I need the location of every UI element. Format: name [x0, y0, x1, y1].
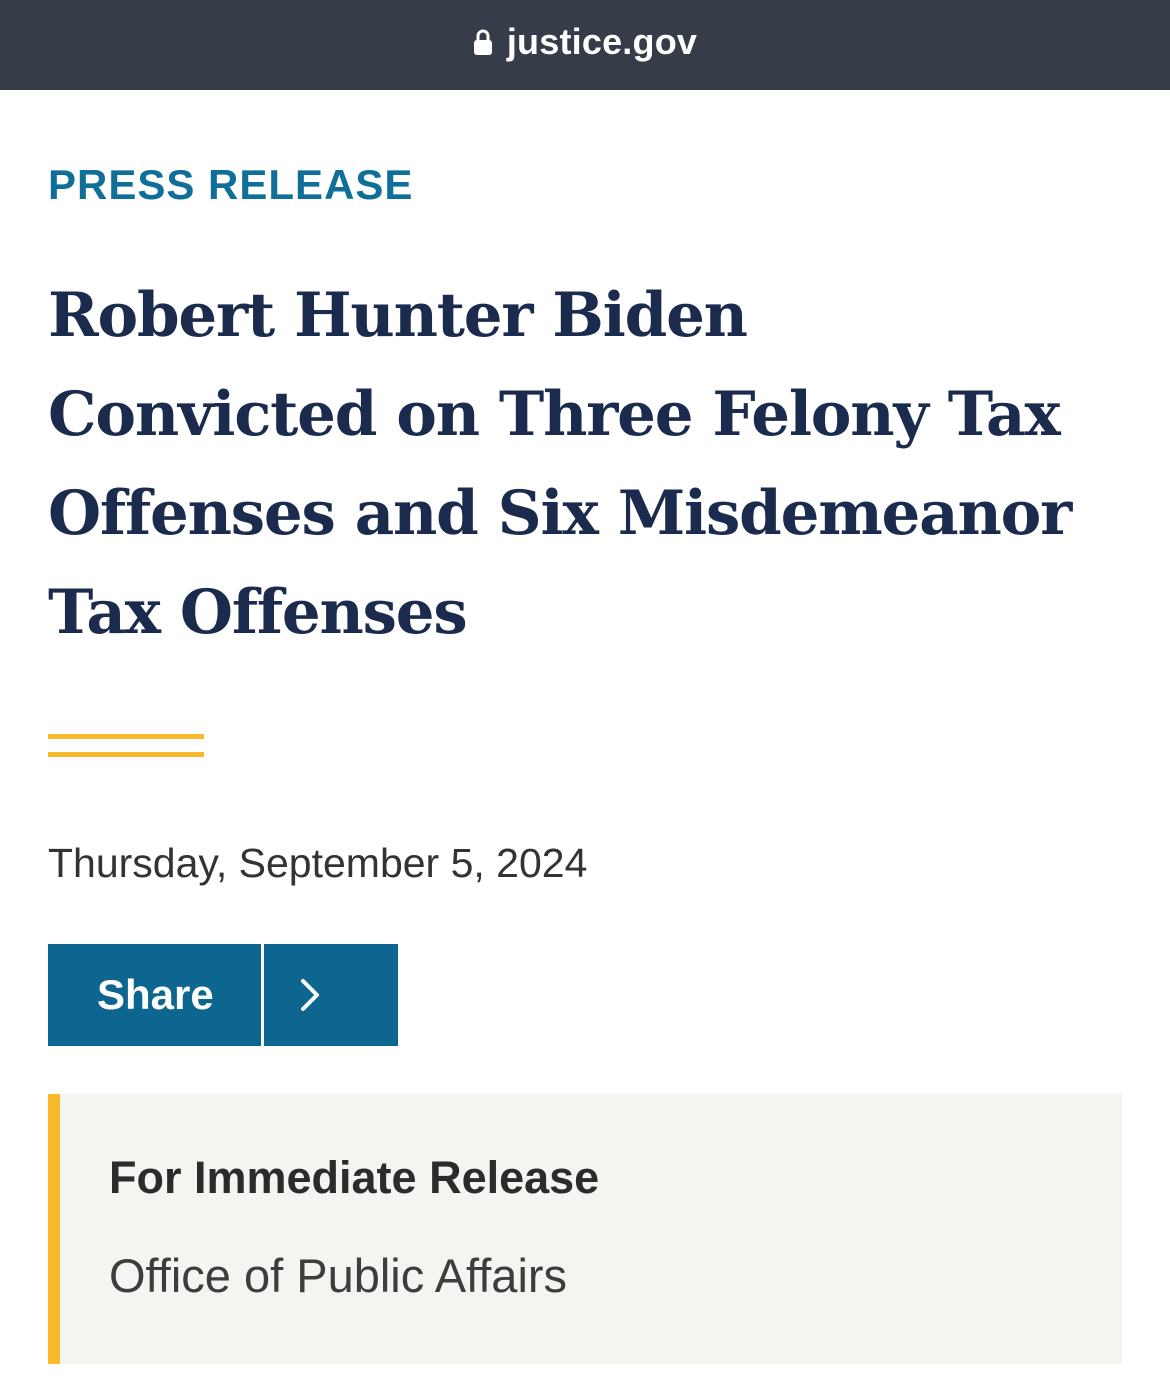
release-heading: For Immediate Release	[109, 1152, 600, 1203]
release-accent-bar	[48, 1094, 60, 1364]
release-office: Office of Public Affairs	[109, 1249, 568, 1302]
release-info-box: For Immediate Release Office of Public A…	[48, 1094, 1122, 1364]
page-title: Robert Hunter Biden Convicted on Three F…	[48, 266, 1148, 662]
press-release-label: PRESS RELEASE	[48, 161, 414, 208]
title-line: Offenses and Six Misdemeanor	[48, 478, 1072, 549]
divider-line-bottom	[48, 752, 204, 757]
chevron-right-icon	[301, 979, 319, 1011]
divider-line-top	[48, 734, 204, 739]
browser-url-bar[interactable]: justice.gov	[0, 0, 1170, 90]
share-label: Share	[97, 971, 214, 1018]
share-button[interactable]: Share	[48, 944, 261, 1046]
gold-divider	[48, 734, 204, 758]
title-line: Convicted on Three Felony Tax	[48, 379, 1061, 450]
share-control: Share	[48, 944, 398, 1046]
lock-icon	[473, 29, 492, 55]
title-line: Tax Offenses	[48, 577, 468, 648]
title-line: Robert Hunter Biden	[48, 280, 748, 351]
publish-date: Thursday, September 5, 2024	[48, 840, 588, 886]
share-expand-button[interactable]	[264, 944, 398, 1046]
url-display[interactable]: justice.gov	[473, 21, 697, 63]
url-text: justice.gov	[506, 21, 698, 62]
